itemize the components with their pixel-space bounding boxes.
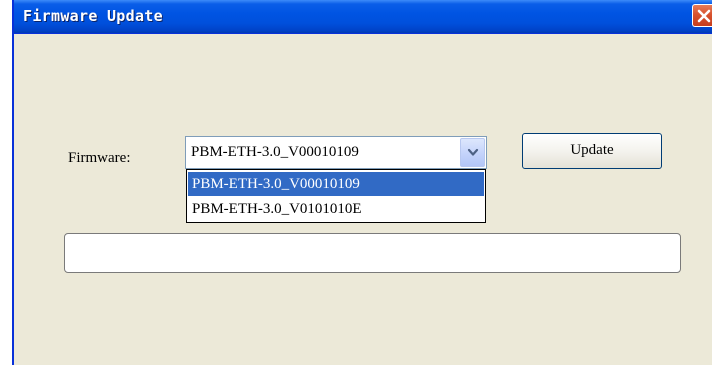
firmware-select-value: PBM-ETH-3.0_V00010109	[191, 144, 359, 160]
firmware-dropdown-list: PBM-ETH-3.0_V00010109 PBM-ETH-3.0_V01010…	[186, 169, 486, 223]
close-button[interactable]	[692, 4, 712, 27]
progress-field	[64, 233, 681, 273]
update-button[interactable]: Update	[522, 133, 662, 169]
firmware-update-window: Firmware Update Firmware: PBM-ETH-3.0_V0…	[12, 0, 712, 365]
chevron-down-icon	[467, 148, 479, 156]
close-icon	[697, 9, 711, 23]
dropdown-button[interactable]	[460, 138, 485, 167]
window-title: Firmware Update	[23, 7, 163, 25]
firmware-option-2[interactable]: PBM-ETH-3.0_V0101010E	[188, 197, 484, 221]
title-bar[interactable]: Firmware Update	[14, 0, 712, 34]
firmware-option-1[interactable]: PBM-ETH-3.0_V00010109	[188, 172, 484, 196]
firmware-label: Firmware:	[68, 150, 131, 166]
firmware-select[interactable]: PBM-ETH-3.0_V00010109	[185, 136, 487, 169]
